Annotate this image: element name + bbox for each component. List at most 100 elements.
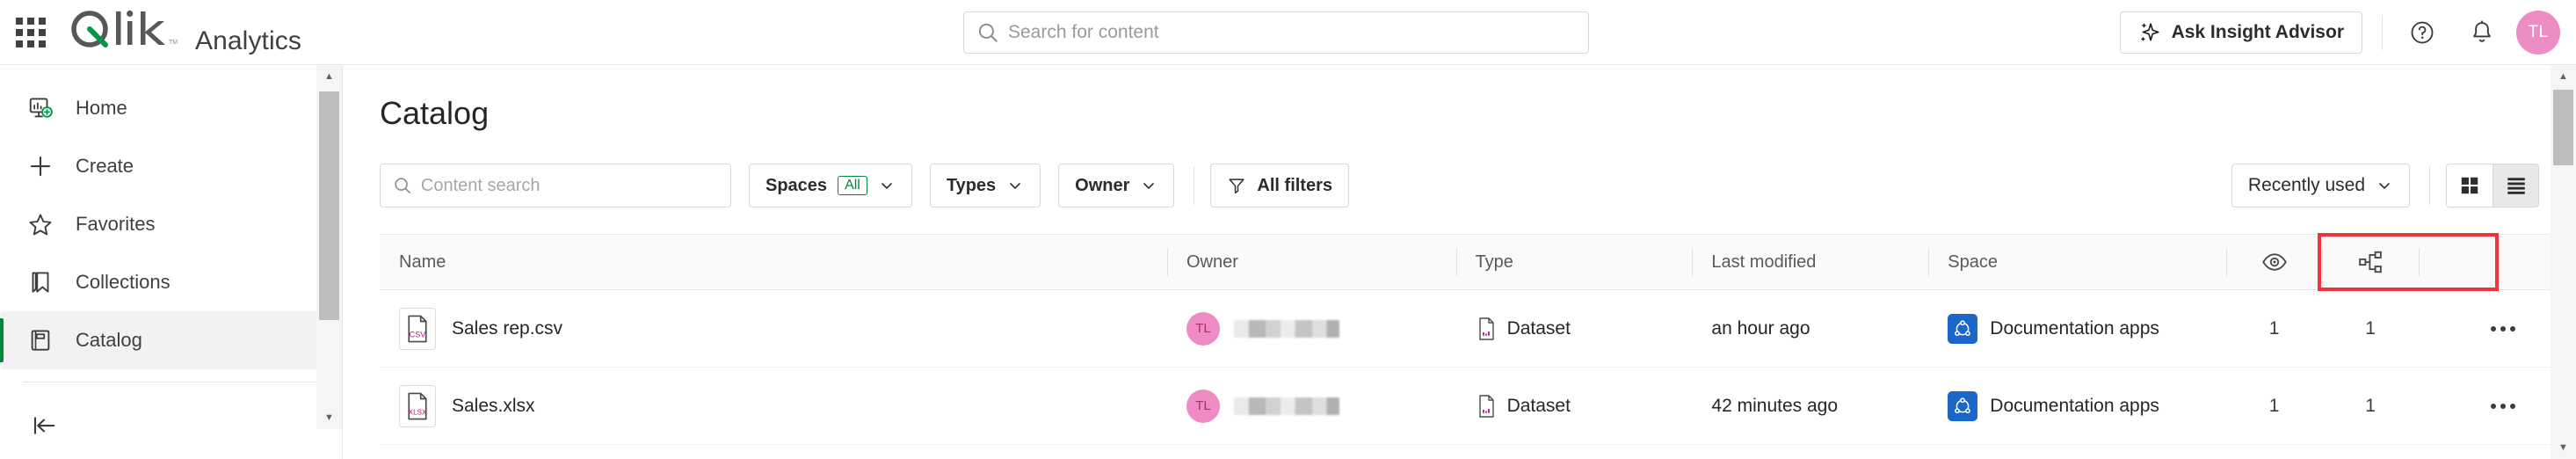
svg-text:TM: TM: [169, 40, 178, 46]
content-search[interactable]: [380, 164, 731, 208]
app-body: Home Create Favorites Collections Catalo…: [0, 65, 2576, 459]
content-search-input[interactable]: [420, 175, 718, 196]
list-view-icon[interactable]: [2493, 164, 2538, 207]
table-row[interactable]: CSV Sales rep.csv TL Dataset an hour ago…: [380, 290, 2576, 368]
sidebar-item-favorites[interactable]: Favorites: [0, 195, 333, 253]
header-actions: Ask Insight Advisor TL: [2119, 10, 2560, 55]
global-search[interactable]: [963, 11, 1589, 54]
cell-space[interactable]: Documentation apps: [1928, 368, 2226, 444]
column-header-space[interactable]: Space: [1928, 234, 2226, 290]
filter-toolbar: Spaces All Types Owner: [380, 164, 2576, 208]
spaces-all-badge: All: [838, 176, 867, 195]
table-header-row: Name Owner Type Last modified Space: [380, 233, 2576, 291]
column-header-owner[interactable]: Owner: [1166, 234, 1456, 290]
filter-owner-button[interactable]: Owner: [1058, 164, 1175, 208]
star-icon: [25, 211, 56, 237]
eye-icon: [2261, 253, 2287, 271]
scroll-down-arrow-icon[interactable]: ▼: [2551, 436, 2576, 459]
dataset-icon: [1476, 394, 1497, 419]
catalog-book-icon: [25, 327, 56, 353]
cell-space[interactable]: Documentation apps: [1928, 290, 2226, 367]
avatar-initials: TL: [2528, 22, 2549, 41]
avatar[interactable]: TL: [2516, 10, 2560, 55]
table-row[interactable]: XLSX Sales.xlsx TL Dataset 42 minutes ag…: [380, 368, 2576, 445]
scroll-up-arrow-icon[interactable]: ▲: [2551, 65, 2576, 88]
sort-dropdown[interactable]: Recently used: [2231, 164, 2410, 208]
cell-views: 1: [2268, 395, 2280, 416]
scroll-up-arrow-icon[interactable]: ▲: [316, 65, 342, 88]
grid-apps-icon[interactable]: [16, 17, 46, 47]
cell-owner: TL: [1167, 290, 1456, 367]
sidebar-scroll-track[interactable]: [316, 88, 342, 406]
more-options-icon[interactable]: [2478, 382, 2528, 431]
filter-spaces-button[interactable]: Spaces All: [749, 164, 912, 208]
filter-types-label: Types: [946, 175, 997, 195]
ask-insight-advisor-label: Ask Insight Advisor: [2171, 21, 2344, 42]
owner-initials: TL: [1195, 321, 1211, 336]
search-input[interactable]: [1008, 21, 1576, 43]
funnel-icon: [1229, 178, 1244, 193]
collapse-left-icon[interactable]: [26, 408, 62, 443]
ask-insight-advisor-button[interactable]: Ask Insight Advisor: [2119, 11, 2362, 54]
shared-space-icon: [1948, 390, 1978, 421]
svg-text:CSV: CSV: [410, 330, 427, 339]
cell-last-modified: 42 minutes ago: [1711, 395, 1839, 416]
help-circle-icon[interactable]: [2402, 12, 2442, 53]
sidebar-nav: Home Create Favorites Collections Catalo…: [0, 65, 342, 382]
plus-icon: [25, 153, 56, 179]
content-scroll-thumb[interactable]: [2553, 90, 2573, 165]
qlik-logo-icon: TM: [71, 10, 178, 47]
chevron-down-icon: [1143, 183, 1155, 189]
space-name: Documentation apps: [1990, 395, 2159, 416]
table-row-partial[interactable]: [380, 445, 2576, 459]
cell-name[interactable]: CSV Sales rep.csv: [380, 290, 1167, 367]
all-filters-button[interactable]: All filters: [1210, 164, 1349, 208]
sidebar-footer: [0, 408, 342, 459]
sidebar-item-label: Catalog: [76, 329, 142, 351]
search-icon: [395, 178, 411, 194]
all-filters-label: All filters: [1257, 175, 1332, 195]
content-scrollbar[interactable]: ▲ ▼: [2551, 65, 2576, 459]
owner-name-redacted: [1233, 397, 1339, 415]
grid-view-icon[interactable]: [2447, 164, 2493, 207]
content-scroll-track[interactable]: [2551, 88, 2576, 436]
cell-owner: TL: [1167, 368, 1456, 444]
sidebar-scrollbar[interactable]: ▲ ▼: [316, 65, 342, 429]
sidebar-item-create[interactable]: Create: [0, 137, 333, 195]
sidebar-scroll-thumb[interactable]: [319, 91, 339, 320]
chevron-down-icon: [882, 183, 892, 189]
page-title: Catalog: [380, 95, 490, 131]
column-header-views[interactable]: [2225, 234, 2323, 290]
sidebar-item-label: Home: [76, 97, 127, 119]
owner-name-redacted: [1233, 319, 1339, 338]
filter-types-button[interactable]: Types: [929, 164, 1041, 208]
sort-label: Recently used: [2247, 175, 2365, 195]
column-header-lineage[interactable]: [2322, 234, 2419, 290]
svg-text:XLSX: XLSX: [409, 408, 427, 416]
app-name: Analytics: [195, 26, 301, 55]
search-icon: [978, 23, 998, 42]
column-header-name[interactable]: Name: [380, 234, 1167, 290]
space-name: Documentation apps: [1990, 317, 2159, 339]
view-divider: [2429, 166, 2430, 205]
filter-owner-label: Owner: [1075, 175, 1130, 195]
sidebar-item-home[interactable]: Home: [0, 79, 333, 137]
csv-file-icon: CSV: [399, 307, 436, 350]
app-header: TM Analytics Ask Insight Advisor: [0, 0, 2576, 65]
bell-icon[interactable]: [2462, 12, 2502, 53]
column-header-last-modified[interactable]: Last modified: [1692, 234, 1928, 290]
file-name: Sales.xlsx: [452, 395, 535, 416]
more-options-icon[interactable]: [2478, 304, 2528, 353]
cell-lineage: 1: [2365, 317, 2376, 339]
sidebar-item-collections[interactable]: Collections: [0, 253, 333, 311]
sidebar-item-catalog[interactable]: Catalog: [0, 311, 333, 369]
brand-logo[interactable]: TM Analytics: [65, 9, 301, 56]
cell-name[interactable]: XLSX Sales.xlsx: [380, 368, 1167, 444]
owner-initials: TL: [1195, 398, 1211, 413]
scroll-down-arrow-icon[interactable]: ▼: [316, 406, 342, 429]
column-header-type[interactable]: Type: [1455, 234, 1693, 290]
filter-spaces-label: Spaces: [766, 175, 828, 195]
home-chart-icon: [25, 95, 56, 121]
cell-views: 1: [2268, 317, 2280, 339]
view-mode-toggle: [2446, 164, 2539, 208]
